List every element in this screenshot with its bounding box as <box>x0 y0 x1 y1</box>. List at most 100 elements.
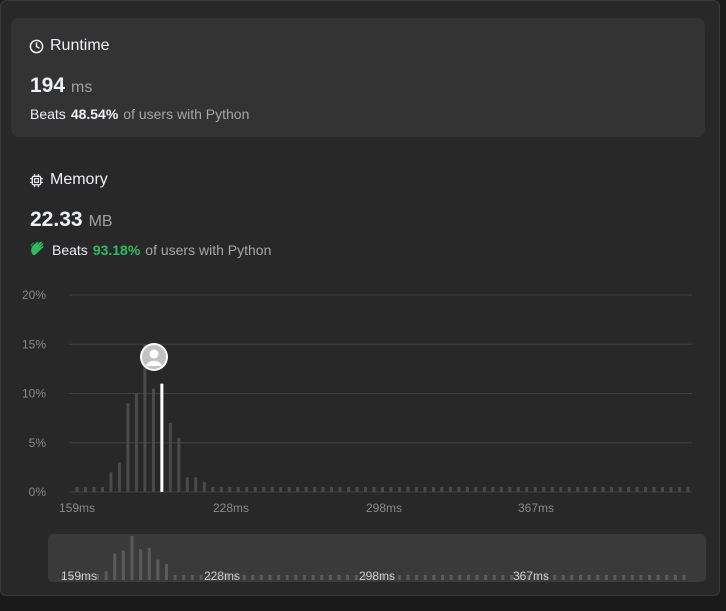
minimap-tick-label: 228ms <box>204 569 240 582</box>
bar <box>262 487 266 492</box>
bar <box>364 487 368 492</box>
bar <box>627 487 631 492</box>
bar <box>397 487 401 492</box>
y-tick-label: 5% <box>29 436 47 450</box>
minimap-bar <box>104 571 108 580</box>
runtime-title-label: Runtime <box>50 37 110 54</box>
minimap-bar <box>441 575 444 580</box>
bar <box>610 487 614 492</box>
bar <box>168 423 172 492</box>
memory-beats-suffix: of users with Python <box>145 242 272 258</box>
bar <box>516 487 520 492</box>
bar <box>652 487 656 492</box>
bar <box>567 487 571 492</box>
bar <box>330 487 334 492</box>
bar <box>211 487 215 492</box>
minimap-bar <box>147 547 151 580</box>
minimap-bar <box>397 575 401 580</box>
minimap-bar <box>320 575 324 580</box>
minimap-bar <box>268 575 272 580</box>
bar <box>593 487 597 492</box>
bar <box>202 482 206 492</box>
x-tick-label: 367ms <box>518 501 554 515</box>
runtime-unit: ms <box>71 79 93 96</box>
runtime-beats-label: Beats <box>30 106 66 122</box>
minimap-tick-label: 298ms <box>359 569 395 582</box>
bar <box>83 487 87 492</box>
minimap-bar <box>466 575 470 580</box>
minimap-bar <box>156 559 160 580</box>
performance-panel: Runtime 194 ms Beats 48.54% of users wit… <box>0 0 720 596</box>
bar <box>245 487 249 492</box>
minimap-bar <box>449 575 453 580</box>
bar <box>126 403 130 492</box>
bar <box>185 477 189 492</box>
minimap-bar <box>415 575 419 580</box>
minimap-tick-label: 159ms <box>61 569 97 582</box>
bar <box>347 487 351 492</box>
x-tick-label: 228ms <box>213 501 249 515</box>
minimap-bar <box>113 553 117 580</box>
x-tick-label: 298ms <box>366 501 402 515</box>
runtime-title: Runtime <box>29 37 110 55</box>
y-tick-label: 10% <box>22 387 46 401</box>
bar <box>270 487 274 492</box>
bar <box>253 487 257 492</box>
bar <box>686 487 690 492</box>
memory-beats: Beats 93.18% of users with Python <box>29 240 271 260</box>
minimap-bar <box>337 575 341 580</box>
y-tick-label: 20% <box>22 288 46 302</box>
bar <box>321 487 325 492</box>
highlight-bar <box>160 383 164 492</box>
bar <box>423 487 427 492</box>
bar <box>236 487 240 492</box>
minimap-bar <box>173 575 177 580</box>
bar <box>177 437 181 492</box>
bar <box>296 487 300 492</box>
minimap-bar <box>458 575 462 580</box>
bar <box>542 487 546 492</box>
minimap-bar <box>182 575 186 580</box>
memory-unit: MB <box>88 213 113 230</box>
bar <box>431 487 435 492</box>
minimap-tick-label: 367ms <box>513 569 549 582</box>
minimap-bar <box>604 575 608 580</box>
memory-beats-label: Beats <box>52 242 88 258</box>
minimap-bar <box>354 575 358 580</box>
minimap-bar <box>259 575 263 580</box>
bar <box>499 487 503 492</box>
bar <box>550 487 554 492</box>
x-tick-label: 159ms <box>59 501 95 515</box>
minimap-bar <box>130 536 134 580</box>
bar <box>491 487 495 492</box>
minimap-bar <box>285 575 289 580</box>
minimap-bar <box>121 550 125 580</box>
minimap-bar <box>303 575 306 580</box>
bar <box>287 487 291 492</box>
bar <box>109 472 113 492</box>
bar <box>194 477 198 492</box>
minimap-bar <box>328 575 332 580</box>
chart-range-minimap[interactable]: 159ms 228ms 298ms 367ms <box>48 534 706 582</box>
user-avatar[interactable] <box>140 343 168 371</box>
bar <box>525 487 529 492</box>
runtime-card[interactable]: Runtime 194 ms Beats 48.54% of users wit… <box>11 18 705 137</box>
minimap-bar <box>475 575 479 580</box>
bar <box>381 487 384 492</box>
bar <box>440 487 444 492</box>
memory-distribution-chart[interactable]: 0% 5% 10% 15% 20% 159ms 228ms 298ms 367ms <box>1 281 701 521</box>
minimap-bar <box>277 575 281 580</box>
bar <box>372 487 376 492</box>
memory-value: 22.33 <box>30 208 83 231</box>
clapping-hands-icon <box>29 240 47 260</box>
minimap-bar <box>561 575 565 580</box>
bar <box>508 487 512 492</box>
minimap-bar <box>294 575 298 580</box>
minimap-bar <box>570 575 574 580</box>
bar <box>448 487 452 492</box>
minimap-bar <box>423 575 427 580</box>
minimap-bar <box>432 575 436 580</box>
minimap-bar <box>682 575 686 580</box>
runtime-value: 194 <box>30 74 66 97</box>
bar <box>355 487 359 492</box>
